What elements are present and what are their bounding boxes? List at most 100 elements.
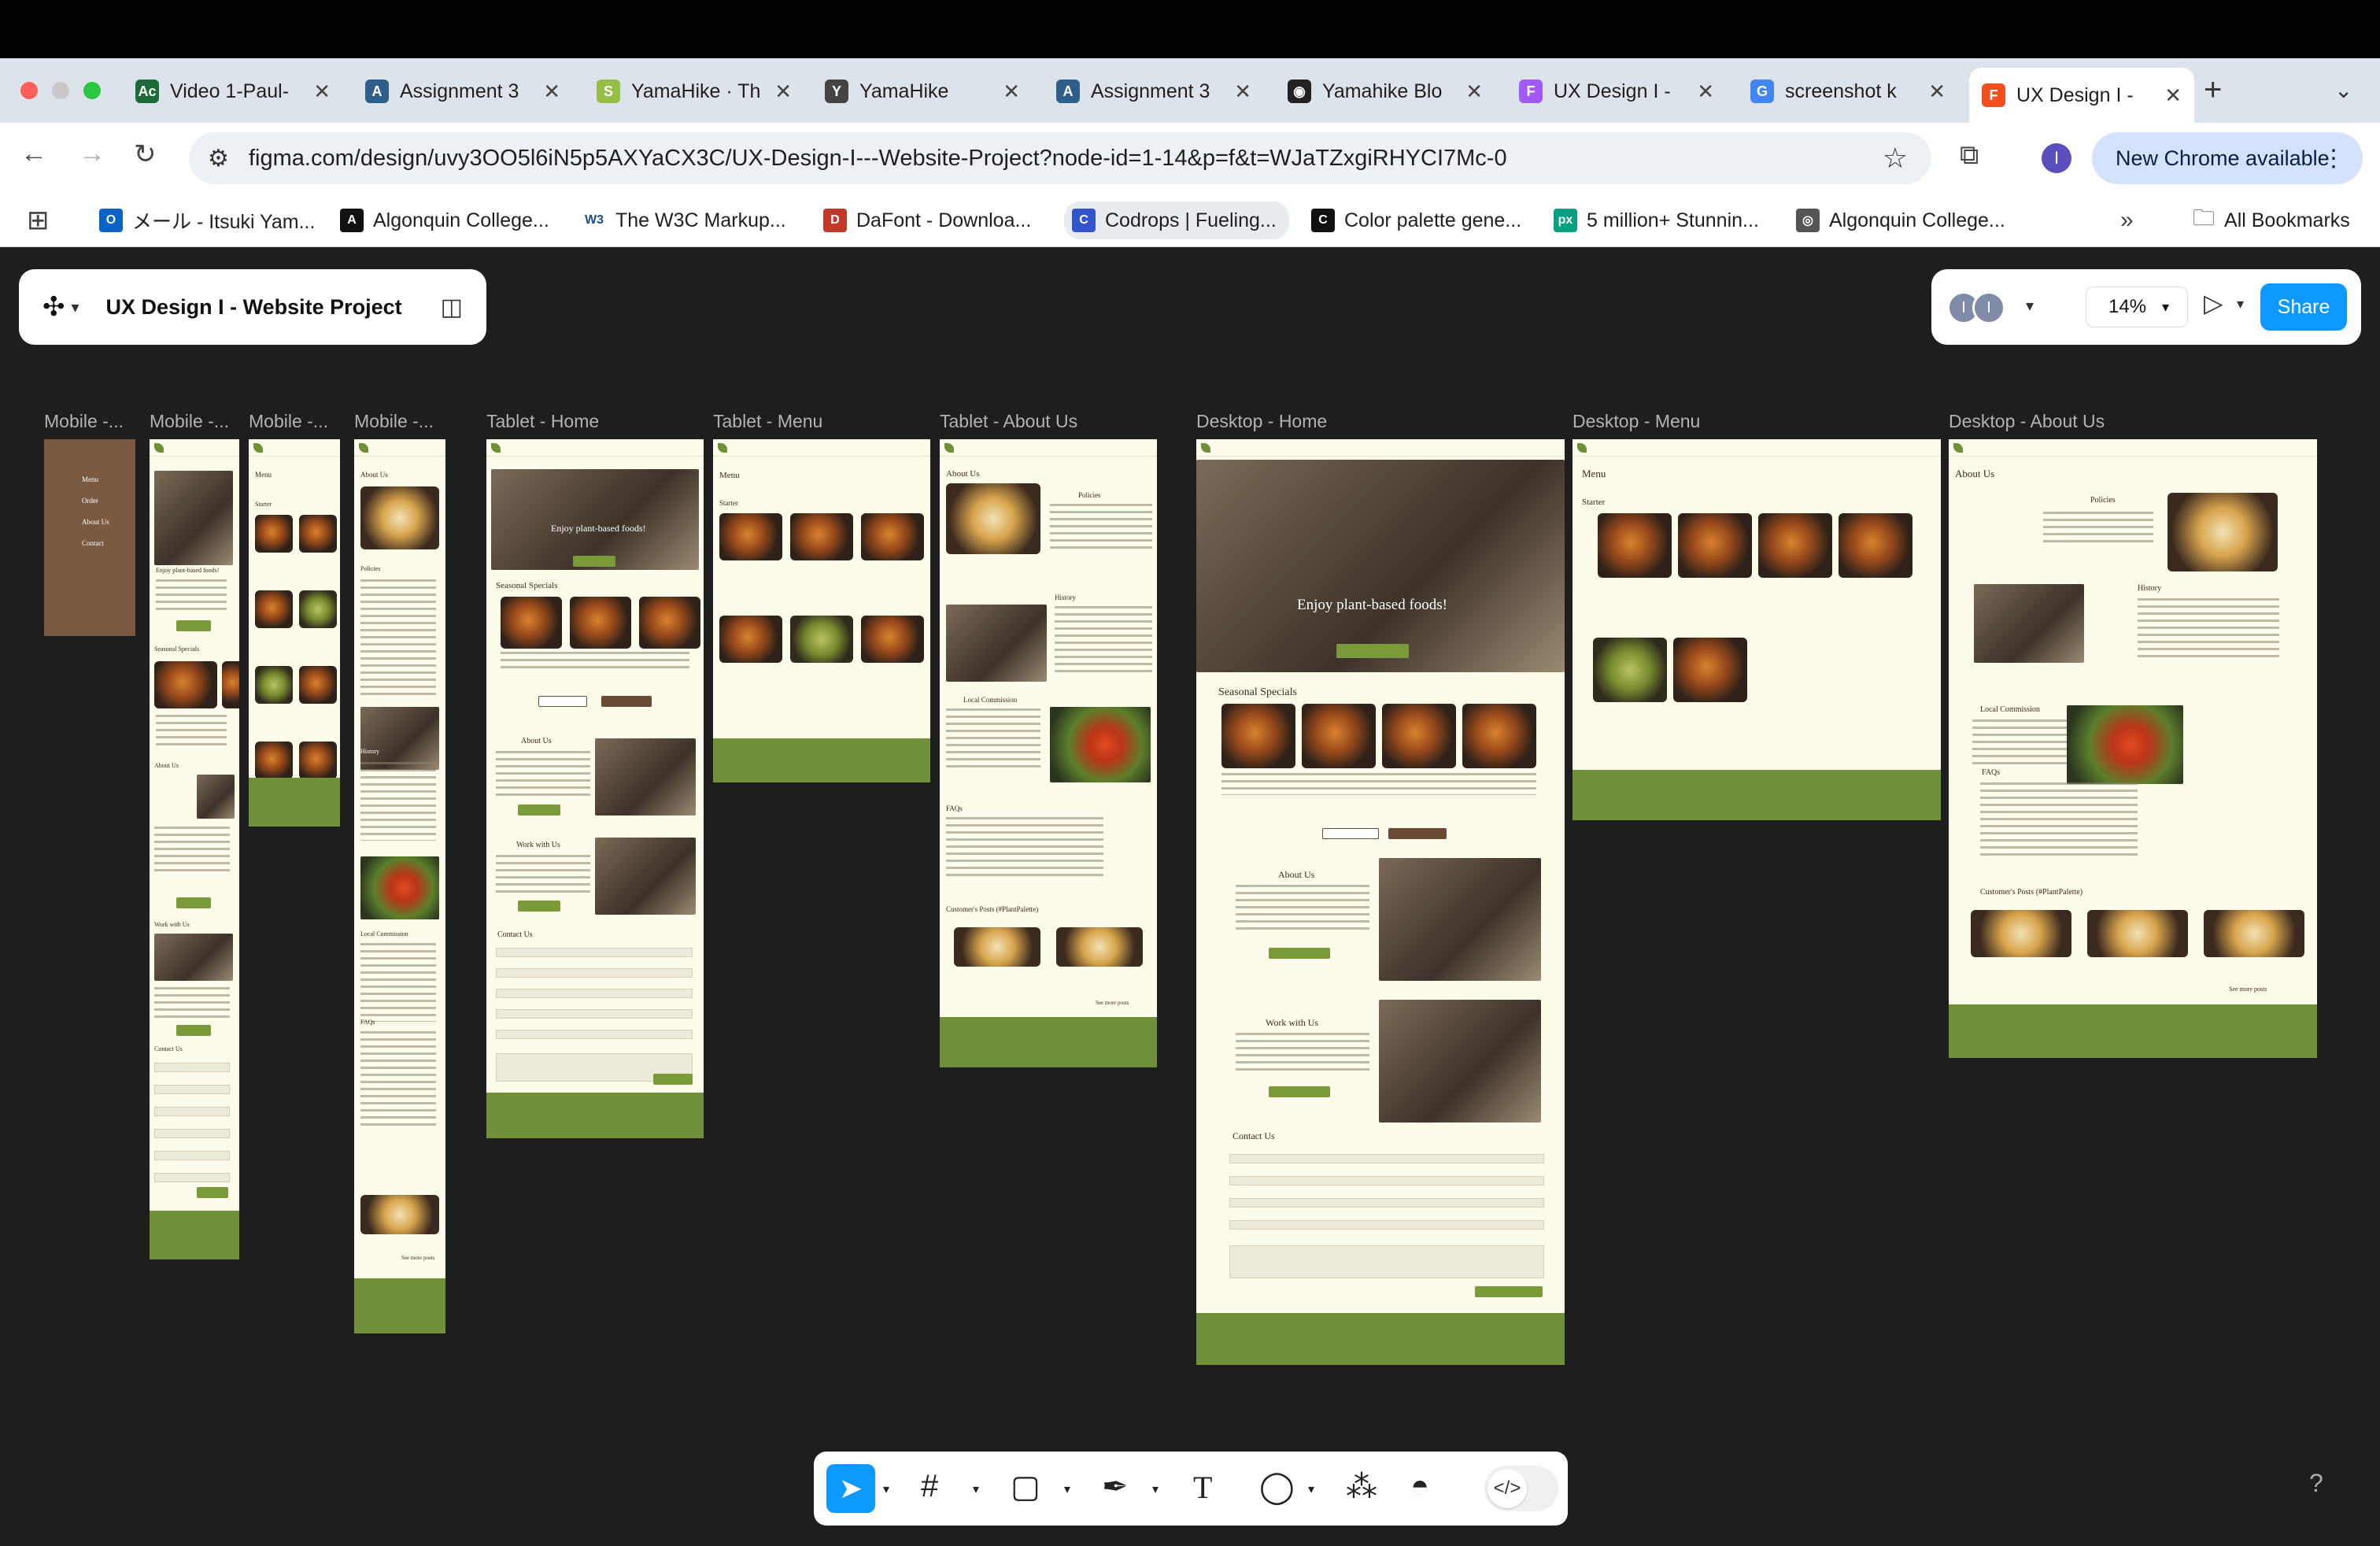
frame-tablet-menu[interactable]: Menu Starter	[713, 439, 930, 782]
figma-menu-icon[interactable]: ✣	[42, 291, 65, 323]
frame-label[interactable]: Desktop - Home	[1196, 411, 1327, 432]
frame-desktop-home[interactable]: Enjoy plant-based foods! Seasonal Special…	[1196, 439, 1565, 1365]
close-tab-icon[interactable]: ✕	[1928, 80, 1946, 104]
frame-label[interactable]: Mobile -...	[150, 411, 229, 432]
bookmark-item[interactable]: px 5 million+ Stunnin...	[1554, 205, 1759, 236]
frame-heading: Customer's Posts (#PlantPalette)	[1980, 888, 2083, 897]
new-chrome-available-button[interactable]: New Chrome available ⋮	[2092, 132, 2363, 184]
frame-mobile-nav[interactable]: Menu Order About Us Contact	[44, 439, 135, 636]
close-tab-icon[interactable]: ✕	[1234, 80, 1251, 104]
bookmark-item[interactable]: C Color palette gene...	[1311, 205, 1521, 236]
comment-tool-button[interactable]: ◯	[1259, 1469, 1295, 1505]
chevron-down-icon[interactable]: ▾	[2237, 296, 2244, 313]
pen-tool-button[interactable]: ✒	[1102, 1469, 1129, 1505]
actions-tool-button[interactable]: ⁂	[1346, 1469, 1377, 1505]
pen-tool-chevron-icon[interactable]: ▾	[1152, 1481, 1159, 1497]
frame-label[interactable]: Desktop - Menu	[1572, 411, 1700, 432]
dev-mode-toggle[interactable]: </>	[1484, 1466, 1558, 1511]
shape-tool-chevron-icon[interactable]: ▾	[1064, 1481, 1070, 1497]
project-name[interactable]: UX Design I - Website Project	[106, 295, 402, 320]
text-tool-button[interactable]: T	[1193, 1469, 1212, 1506]
close-tab-icon[interactable]: ✕	[774, 80, 792, 104]
chevron-down-icon[interactable]: ▾	[72, 298, 79, 317]
frame-tool-chevron-icon[interactable]: ▾	[973, 1481, 979, 1497]
browser-tab[interactable]: F UX Design I - ✕	[1969, 68, 2194, 123]
browser-tab[interactable]: ◉ Yamahike Blo ✕	[1275, 68, 1495, 115]
zoom-dropdown[interactable]: 14% ▾	[2086, 287, 2188, 327]
collaborator-avatar[interactable]: I	[1972, 291, 2005, 324]
frame-tool-button[interactable]: #	[921, 1469, 938, 1504]
bookmark-item[interactable]: A Algonquin College...	[340, 205, 549, 236]
new-tab-button[interactable]: +	[2204, 72, 2222, 108]
bookmark-item[interactable]: O メール - Itsuki Yam...	[99, 205, 315, 236]
food-image	[719, 513, 782, 560]
frame-label[interactable]: Mobile -...	[354, 411, 434, 432]
food-image	[255, 742, 293, 779]
apps-grid-icon[interactable]: ⊞	[27, 205, 50, 236]
close-window-button[interactable]	[20, 82, 38, 99]
more-bookmarks-button[interactable]: »	[2120, 205, 2134, 236]
frame-label[interactable]: Tablet - Home	[486, 411, 599, 432]
all-bookmarks-button[interactable]: 🗀 All Bookmarks	[2193, 205, 2350, 236]
extensions-puzzle-icon[interactable]: ⧉	[1960, 140, 1979, 171]
frame-tablet-home[interactable]: Enjoy plant-based foods! Seasonal Special…	[486, 439, 704, 1138]
frame-mobile-about[interactable]: About Us Policies History Local Commission F…	[354, 439, 445, 1333]
frame-desktop-about[interactable]: About Us Policies History Local Commission F…	[1949, 439, 2317, 1058]
frame-mobile-home[interactable]: Enjoy plant-based foods! Seasonal Special…	[150, 439, 239, 1259]
comment-tool-chevron-icon[interactable]: ▾	[1308, 1481, 1314, 1497]
frame-nav-bar	[1949, 439, 2317, 457]
bookmark-item[interactable]: W3 The W3C Markup...	[582, 205, 786, 236]
address-bar[interactable]: ⚙ figma.com/design/uvy3OO5l6iN5p5AXYaCX3…	[189, 132, 1931, 184]
shape-tool-button[interactable]: ▢	[1011, 1469, 1040, 1505]
move-tool-button[interactable]: ➤	[826, 1464, 875, 1513]
close-tab-icon[interactable]: ✕	[543, 80, 560, 104]
kebab-menu-icon[interactable]: ⋮	[2322, 145, 2345, 172]
browser-tab[interactable]: A Assignment 3 ✕	[353, 68, 573, 115]
frame-mobile-menu[interactable]: Menu Starter	[249, 439, 340, 827]
close-tab-icon[interactable]: ✕	[1697, 80, 1714, 104]
frame-label[interactable]: Mobile -...	[249, 411, 328, 432]
bookmark-item[interactable]: D DaFont - Downloa...	[823, 205, 1031, 236]
close-tab-icon[interactable]: ✕	[2164, 83, 2182, 108]
frame-desktop-menu[interactable]: Menu Starter	[1572, 439, 1941, 820]
form-field	[154, 1173, 230, 1182]
browser-tab[interactable]: A Assignment 3 ✕	[1044, 68, 1264, 115]
frame-label[interactable]: Tablet - About Us	[940, 411, 1077, 432]
draw-tool-button[interactable]: ◓	[1410, 1469, 1429, 1504]
mobile-menu-item: Contact	[82, 539, 104, 547]
algonquin-icon: Y	[825, 80, 848, 103]
help-button[interactable]: ?	[2309, 1469, 2323, 1498]
frame-label[interactable]: Tablet - Menu	[713, 411, 822, 432]
sidebar-toggle-icon[interactable]: ◫	[441, 294, 463, 321]
frame-label[interactable]: Mobile -...	[44, 411, 124, 432]
frame-heading: Policies	[360, 565, 381, 572]
tab-search-chevron-icon[interactable]: ⌄	[2334, 77, 2352, 103]
browser-tab[interactable]: S YamaHike · Th ✕	[584, 68, 804, 115]
back-button[interactable]: ←	[20, 139, 47, 169]
bookmark-item[interactable]: ◎ Algonquin College...	[1796, 205, 2005, 236]
maximize-window-button[interactable]	[83, 82, 101, 99]
close-tab-icon[interactable]: ✕	[1003, 80, 1020, 104]
browser-tab[interactable]: F UX Design I - ✕	[1506, 68, 1727, 115]
browser-tab[interactable]: Y YamaHike ✕	[812, 68, 1033, 115]
close-tab-icon[interactable]: ✕	[1465, 80, 1483, 104]
frame-tablet-about[interactable]: About Us Policies History Local Commission F…	[940, 439, 1157, 1067]
close-tab-icon[interactable]: ✕	[313, 80, 331, 104]
browser-tab[interactable]: Ac Video 1-Paul- ✕	[123, 68, 343, 115]
bookmark-star-icon[interactable]: ☆	[1883, 142, 1908, 175]
share-button[interactable]: Share	[2260, 283, 2347, 331]
reload-button[interactable]: ↻	[134, 139, 157, 170]
frame-text-block	[360, 762, 436, 841]
frame-label[interactable]: Desktop - About Us	[1949, 411, 2105, 432]
move-tool-chevron-icon[interactable]: ▾	[883, 1481, 889, 1497]
site-settings-icon[interactable]: ⚙	[208, 145, 229, 172]
present-play-icon[interactable]: ▷	[2204, 288, 2223, 318]
profile-avatar[interactable]: I	[2042, 143, 2071, 173]
forward-button[interactable]: →	[79, 139, 105, 169]
frame-image	[595, 838, 696, 915]
minimize-window-button[interactable]	[52, 82, 69, 99]
chevron-down-icon[interactable]: ▾	[2026, 296, 2034, 316]
bookmark-item[interactable]: C Codrops | Fueling...	[1064, 202, 1289, 239]
leaf-logo-icon	[1201, 443, 1210, 453]
browser-tab[interactable]: Gscreenshot k ✕	[1738, 68, 1958, 115]
